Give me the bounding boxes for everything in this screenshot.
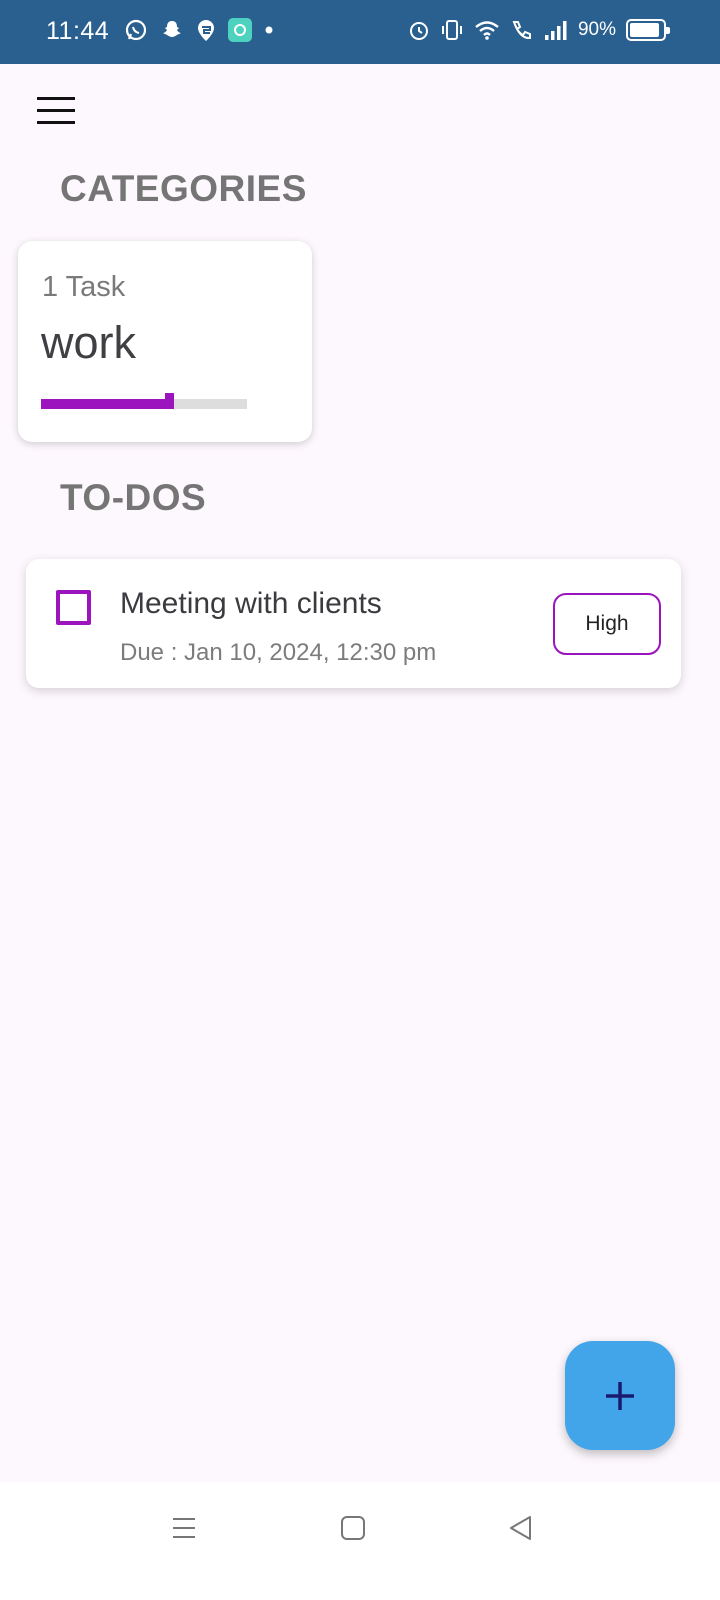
todos-heading: TO-DOS [60, 477, 207, 518]
battery-level [630, 23, 659, 37]
wifi-call-icon [510, 18, 534, 42]
battery-percent: 90% [577, 19, 616, 40]
signal-icon [544, 19, 568, 41]
todo-checkbox[interactable] [56, 590, 91, 625]
status-time: 11:44 [46, 17, 110, 45]
status-bar: 11:44 90% [0, 0, 720, 64]
categories-heading: CATEGORIES [60, 168, 307, 209]
plus-icon [606, 1381, 634, 1410]
priority-badge[interactable]: High [553, 593, 661, 655]
todo-due-date: Due : Jan 10, 2024, 12:30 pm [120, 639, 437, 666]
category-progress-knob [165, 393, 174, 409]
whatsapp-icon [124, 18, 148, 42]
category-task-count: 1 Task [42, 271, 126, 303]
category-name: work [41, 317, 137, 368]
system-icons: 90% [408, 18, 670, 42]
vibrate-icon [440, 18, 464, 42]
todo-title: Meeting with clients [120, 587, 382, 620]
category-card[interactable]: 1 Task work [18, 241, 312, 442]
system-nav-bar [0, 1482, 720, 1600]
dot-icon [264, 25, 274, 35]
back-icon[interactable] [501, 1508, 541, 1548]
snapchat-icon [160, 18, 184, 42]
hamburger-menu-icon[interactable] [37, 97, 75, 125]
alarm-icon [408, 19, 430, 41]
notification-icons [124, 18, 274, 42]
wifi-icon [474, 19, 500, 41]
todo-item[interactable]: Meeting with clients Due : Jan 10, 2024,… [26, 559, 681, 688]
app-icon [228, 18, 252, 42]
battery-icon [626, 19, 670, 41]
recents-icon[interactable] [164, 1508, 204, 1548]
swiggy-icon [196, 18, 216, 42]
category-progress-bar [41, 393, 247, 409]
add-task-button[interactable] [565, 1341, 675, 1450]
home-icon[interactable] [333, 1508, 373, 1548]
category-progress-fill [41, 399, 169, 409]
